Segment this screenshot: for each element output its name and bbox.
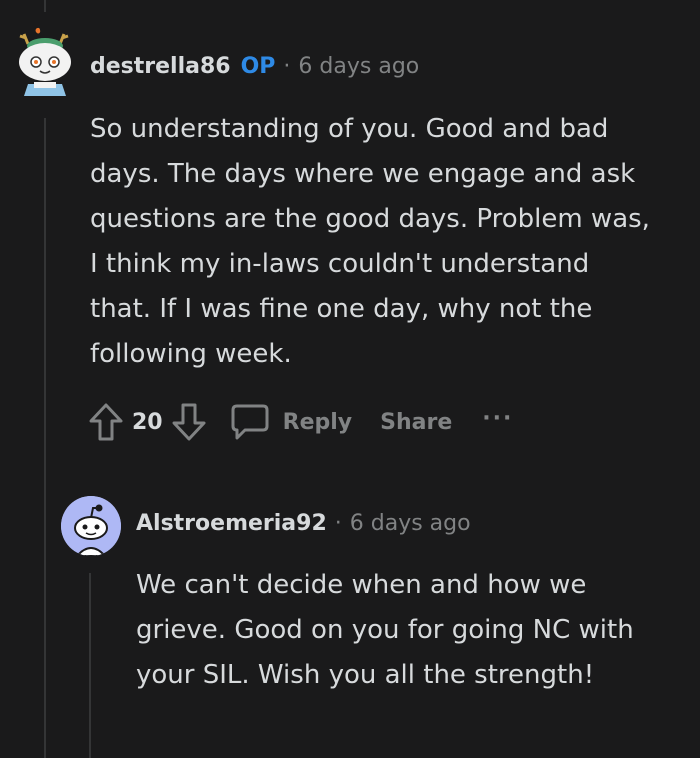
- meta-separator: ·: [283, 54, 291, 79]
- meta-separator: ·: [334, 511, 342, 536]
- op-badge: OP: [240, 54, 276, 79]
- comment-bubble-icon: [231, 404, 269, 440]
- upvote-button[interactable]: [88, 402, 124, 442]
- snoo-default-icon: [61, 496, 121, 556]
- downvote-button[interactable]: [171, 402, 207, 442]
- snoo-avatar-icon: [19, 27, 71, 96]
- comment-text: We can't decide when and how we grieve. …: [136, 570, 634, 690]
- timestamp[interactable]: 6 days ago: [350, 511, 471, 536]
- share-button[interactable]: Share: [380, 410, 452, 435]
- user-avatar[interactable]: [14, 26, 76, 96]
- upvote-arrow-icon: [89, 403, 123, 441]
- reply-label: Reply: [282, 409, 353, 435]
- comment-body: We can't decide when and how we grieve. …: [136, 563, 656, 698]
- username[interactable]: destrella86: [90, 54, 231, 79]
- comment-meta: Alstroemeria92 · 6 days ago: [136, 511, 471, 536]
- username[interactable]: Alstroemeria92: [136, 511, 327, 536]
- thread-line-reply[interactable]: [89, 573, 91, 758]
- downvote-arrow-icon: [172, 403, 206, 441]
- timestamp[interactable]: 6 days ago: [298, 54, 419, 79]
- comment-meta: destrella86 OP · 6 days ago: [90, 54, 419, 79]
- comment-text: So understanding of you. Good and bad da…: [90, 114, 650, 369]
- comment-body: So understanding of you. Good and bad da…: [90, 107, 650, 377]
- comment-action-bar: 20 Reply Share ···: [88, 400, 513, 444]
- thread-line-top[interactable]: [44, 0, 46, 12]
- thread-line-op[interactable]: [44, 118, 46, 758]
- share-label: Share: [380, 409, 453, 435]
- more-options-icon: ···: [482, 405, 514, 431]
- reply-button[interactable]: Reply: [229, 402, 353, 442]
- vote-score: 20: [132, 409, 163, 435]
- user-avatar[interactable]: [61, 496, 121, 556]
- more-options-button[interactable]: ···: [482, 406, 513, 431]
